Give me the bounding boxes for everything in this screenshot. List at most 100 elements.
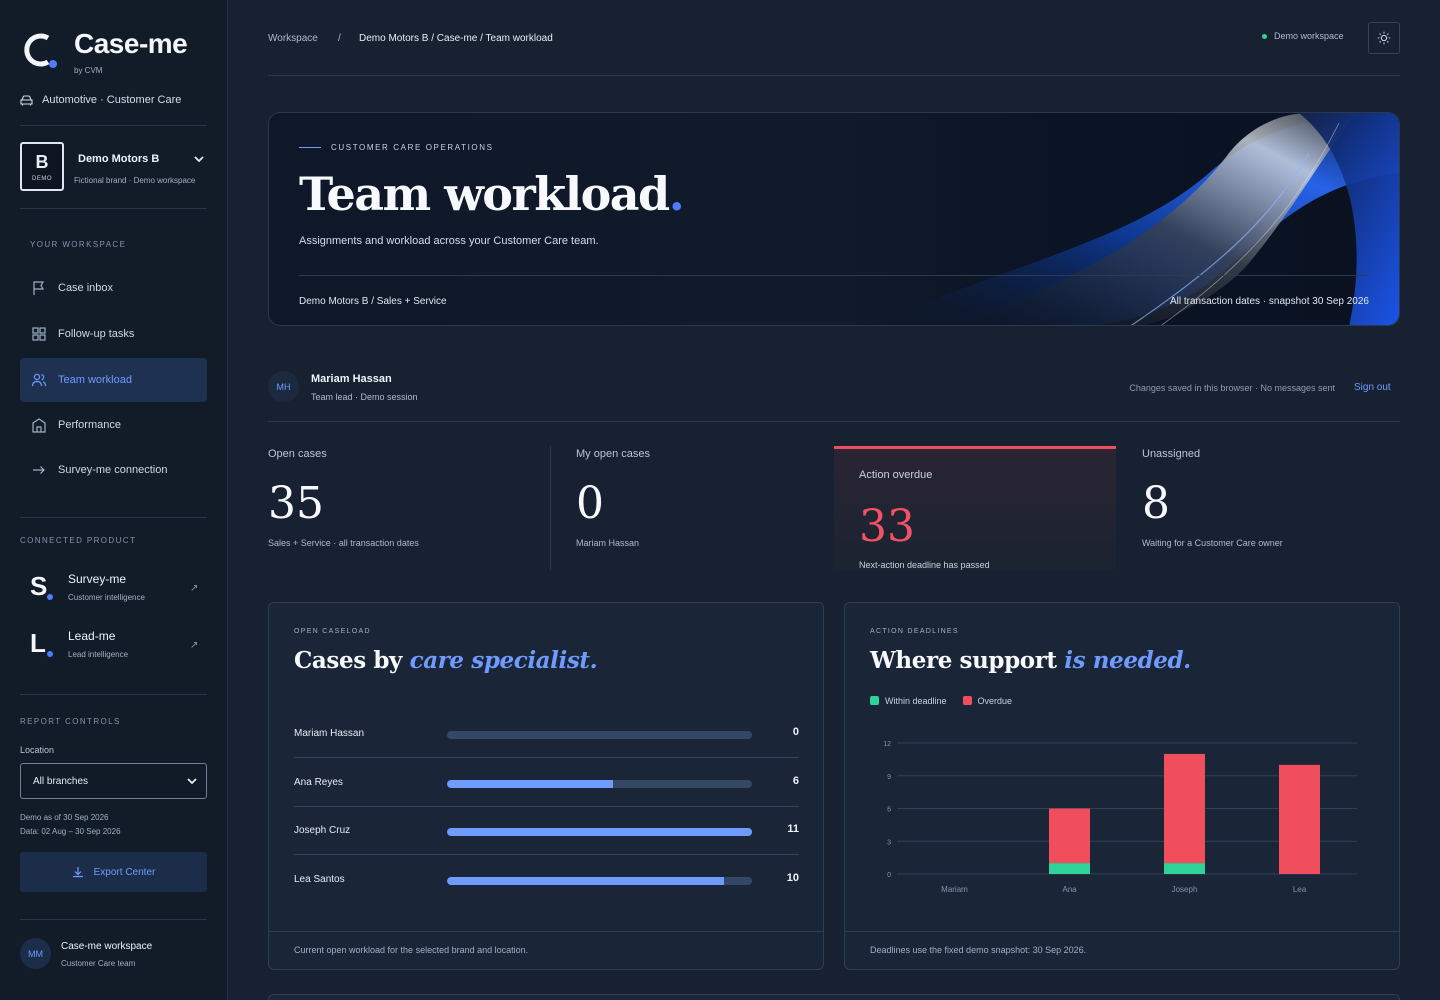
y-tick-label: 3 [887,839,891,846]
kpi-value: 0 [576,478,604,529]
kicker-rule [299,147,321,148]
legend-label: Within deadline [885,696,947,706]
caseload-panel: OPEN CASELOAD Cases by care specialist. … [268,602,824,970]
specialist-name: Joseph Cruz [294,825,351,836]
connected-product-label: CONNECTED PRODUCT [20,536,137,545]
workspace-section-label: YOUR WORKSPACE [30,240,127,249]
panel-kicker: ACTION DEADLINES [870,628,959,635]
legend-swatch [962,696,972,705]
kpi-label: Open cases [268,448,327,460]
grid-icon [32,327,46,341]
breadcrumb-current: Demo Motors B / Case-me / Team workload [359,33,553,44]
sidebar-item-follow-up-tasks[interactable]: Follow-up tasks [20,312,207,356]
specialist-case-count: 11 [787,823,799,835]
legend-swatch [870,696,879,705]
brand-subtitle: Fictional brand · Demo workspace [74,176,196,185]
brand-logo-tag: DEMO [32,176,52,182]
flag-icon [33,281,45,295]
kpi-action-overdue: Action overdue 33 Next-action deadline h… [834,446,1116,570]
sidebar-item-label: Survey-me connection [58,464,168,476]
specialist-name: Ana Reyes [294,776,343,788]
app-title: Case-me [74,28,188,59]
workspace-user-name: Case-me workspace [61,941,153,952]
location-select[interactable]: All branches [20,763,207,799]
sun-icon [1377,31,1391,45]
brand-logo: B DEMO [20,142,64,191]
theme-toggle-button[interactable] [1368,22,1400,54]
workload-bar-fill [447,828,752,836]
logo[interactable] [22,30,62,70]
hero-scope: Demo Motors B / Sales + Service [299,296,447,307]
bar-within-deadline[interactable] [1049,863,1090,874]
sidebar-item-label: Performance [58,419,121,431]
sidebar-item-survey-me-connection[interactable]: Survey-me connection [20,448,207,492]
breadcrumb-separator: / [338,33,341,44]
deadlines-chart: 0 3 6 9 12 Mariam Ana Joseph Lea [883,741,1357,894]
survey-me-logo-letter: S [30,571,48,601]
page-title-text: Team workload [299,167,670,221]
app-subtitle: by CVM [74,66,103,75]
bar-overdue[interactable] [1279,764,1320,874]
bar-overdue[interactable] [1164,753,1205,864]
specialist-case-count: 6 [792,774,799,787]
panel-title: Cases by care specialist. [294,647,598,674]
hero-snapshot: All transaction dates · snapshot 30 Sep … [1169,296,1369,307]
divider [20,694,207,695]
specialist-row: Ana Reyes 6 [294,759,799,807]
sign-out-link[interactable]: Sign out [1354,382,1391,393]
specialist-name: Lea Santos [294,873,345,885]
legend-label: Overdue [977,696,1013,706]
kpi-label: Action overdue [859,469,933,481]
product-survey-me[interactable]: S Survey-me Customer intelligence ↗ [30,569,210,609]
brand-name: Demo Motors B [78,153,160,165]
deadlines-panel: ACTION DEADLINES Where support is needed… [844,602,1400,970]
product-subtitle: Lead intelligence [68,650,129,659]
kpi-subtitle: Mariam Hassan [576,538,640,548]
product-name: Survey-me [68,572,127,586]
status-dot [1262,33,1267,39]
product-subtitle: Customer intelligence [68,593,145,602]
external-link-icon: ↗ [190,583,199,594]
sidebar-item-label: Team workload [58,374,132,386]
product-lead-me[interactable]: L Lead-me Lead intelligence ↗ [30,626,210,666]
panel-footer: Current open workload for the selected b… [294,945,529,955]
divider [268,421,1400,422]
bar-overdue[interactable] [1049,808,1090,864]
legend-item-within: Within deadline [870,696,947,706]
arrow-right-icon [33,466,45,474]
kpi-my-open-cases: My open cases 0 Mariam Hassan [576,446,816,570]
divider [269,931,823,932]
saved-status-note: Changes saved in this browser · No messa… [1129,383,1335,393]
lead-me-logo-dot [47,651,53,657]
specialist-case-count: 0 [792,726,799,738]
location-label: Location [20,745,55,755]
breadcrumb-workspace[interactable]: Workspace [268,33,318,44]
hero-banner: CUSTOMER CARE OPERATIONS Team workload. … [268,112,1400,326]
export-center-button[interactable]: Export Center [20,852,207,892]
sidebar-item-team-workload[interactable]: Team workload [20,358,207,402]
panel-title: Where support is needed. [870,647,1191,674]
sidebar-item-label: Follow-up tasks [58,328,135,340]
x-tick-label: Mariam [941,885,968,894]
kpi-value: 33 [859,501,915,552]
specialist-row: Joseph Cruz 11 [294,807,799,855]
panel-footer: Deadlines use the fixed demo snapshot: 3… [870,945,1087,955]
divider [20,517,207,518]
hero-abstract-art [873,113,1399,325]
kpi-subtitle: Next-action deadline has passed [859,560,990,570]
x-tick-label: Ana [1062,885,1077,894]
chevron-down-icon[interactable] [192,152,206,166]
kpi-value: 35 [268,478,324,529]
kpi-unassigned: Unassigned 8 Waiting for a Customer Care… [1142,446,1392,570]
specialist-case-count: 10 [786,871,799,884]
x-tick-label: Lea [1293,885,1307,894]
data-range: Data: 02 Aug – 30 Sep 2026 [20,827,121,836]
sidebar-item-performance[interactable]: Performance [20,403,207,447]
bar-within-deadline[interactable] [1164,863,1205,874]
divider [845,931,1399,932]
x-tick-label: Joseph [1172,885,1198,894]
sidebar-item-case-inbox[interactable]: Case inbox [20,266,207,310]
divider [550,446,551,570]
avatar[interactable]: MM [20,938,51,969]
divider [20,208,207,209]
